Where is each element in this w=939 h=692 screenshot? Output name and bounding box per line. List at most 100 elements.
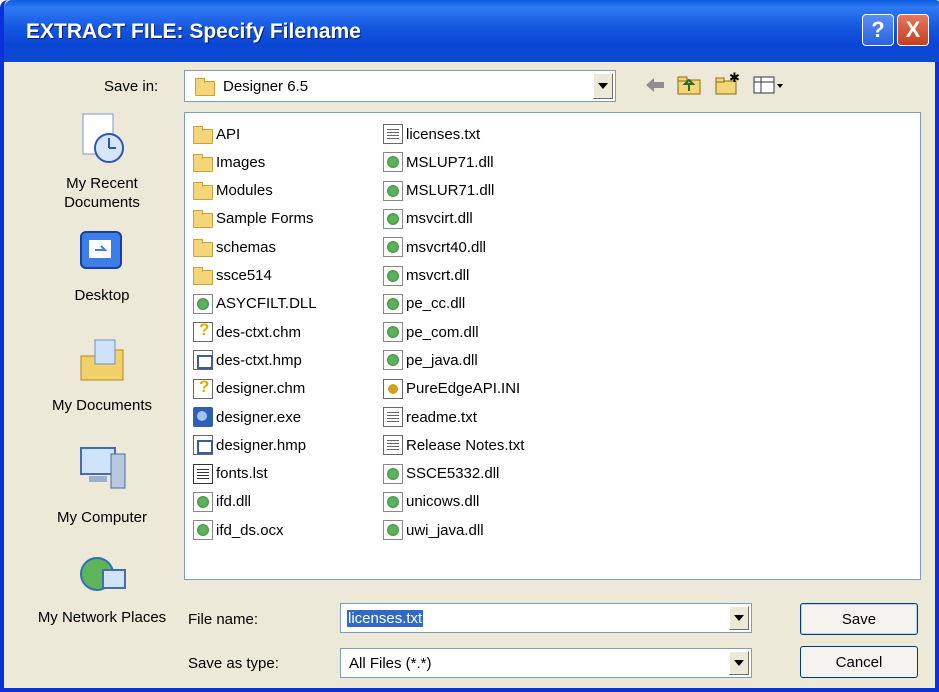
file-item[interactable]: MSLUR71.dll [383,178,494,204]
folder-icon [193,238,213,257]
save-as-type-dropdown[interactable]: All Files (*.*) [340,648,752,678]
place-my-computer[interactable]: My Computer [32,444,172,527]
file-item-label: licenses.txt [406,125,481,143]
file-item[interactable]: SSCE5332.dll [383,461,499,487]
file-item[interactable]: msvcrt40.dll [383,234,486,260]
file-item-label: ifd.dll [216,493,252,511]
new-folder-icon[interactable]: ✱ [714,72,740,96]
folder-icon [193,210,213,229]
file-item-label: msvcirt.dll [406,210,473,228]
save-button[interactable]: Save [800,603,918,635]
title-bar[interactable]: EXTRACT FILE: Specify Filename ? X [4,0,939,62]
folder-item[interactable]: Modules [193,178,273,204]
file-item[interactable]: msvcirt.dll [383,206,473,232]
chevron-down-icon[interactable] [593,73,613,99]
file-item-label: SSCE5332.dll [406,465,500,483]
back-arrow-icon[interactable] [644,76,666,94]
file-item[interactable]: PureEdgeAPI.INI [383,376,520,402]
place-label: My Documents [51,397,153,414]
place-network-places[interactable]: My Network Places [32,552,172,627]
file-item[interactable]: ifd_ds.ocx [193,517,284,543]
file-list[interactable]: API Images Modules Sample Forms schemas ssce5… [184,112,921,580]
chevron-down-icon[interactable] [729,606,749,630]
dll-file-icon [383,463,403,484]
place-label: Desktop [74,287,130,304]
my-documents-icon [77,336,127,386]
file-name-label: File name: [188,611,259,628]
file-item[interactable]: designer.exe [193,404,301,430]
file-item[interactable]: ifd.dll [193,489,251,515]
view-menu-icon[interactable] [752,74,786,96]
place-recent-documents[interactable]: My Recent Documents [32,112,172,212]
file-item[interactable]: pe_java.dll [383,347,478,373]
file-item[interactable]: uwi_java.dll [383,517,484,543]
folder-icon [195,77,215,96]
place-my-documents[interactable]: My Documents [32,336,172,415]
file-item[interactable]: pe_com.dll [383,319,479,345]
dll-file-icon [383,322,403,343]
folder-icon [193,125,213,144]
help-button[interactable]: ? [862,14,894,46]
folder-item[interactable]: Sample Forms [193,206,314,232]
network-places-icon [77,552,127,602]
file-item[interactable]: MSLUP71.dll [383,149,494,175]
file-item[interactable]: Release Notes.txt [383,432,524,458]
file-item-label: Sample Forms [216,210,314,228]
file-item[interactable]: pe_cc.dll [383,291,465,317]
file-item-label: ssce514 [216,267,272,284]
folder-item[interactable]: API [193,121,240,147]
save-in-dropdown[interactable]: Designer 6.5 [184,70,616,102]
dll-file-icon [383,152,403,173]
save-in-value: Designer 6.5 [223,77,309,95]
hmp-file-icon [193,435,213,456]
file-item[interactable]: des-ctxt.hmp [193,347,302,373]
folder-item[interactable]: schemas [193,234,276,260]
help-file-icon [193,377,213,399]
recent-documents-icon [77,112,127,163]
dll-file-icon [383,293,403,314]
file-name-value[interactable]: licenses.txt [347,609,424,627]
file-item-label: ifd_ds.ocx [216,521,284,539]
file-item[interactable]: msvcrt.dll [383,263,469,289]
file-item[interactable]: designer.chm [193,376,305,402]
file-item[interactable]: fonts.lst [193,461,268,487]
window-title: EXTRACT FILE: Specify Filename [26,20,361,43]
up-folder-icon[interactable] [676,74,702,96]
file-item-label: Release Notes.txt [406,436,525,454]
file-item[interactable]: readme.txt [383,404,477,430]
file-item-label: Modules [216,182,273,200]
file-item[interactable]: designer.hmp [193,432,306,458]
dll-file-icon [193,491,213,512]
cancel-button[interactable]: Cancel [800,646,918,678]
file-item-label: uwi_java.dll [406,521,484,539]
file-name-input[interactable]: licenses.txt [340,603,752,633]
place-label: My Network Places [37,609,167,626]
file-item-label: PureEdgeAPI.INI [406,380,521,398]
close-button[interactable]: X [897,14,929,46]
save-as-type-label: Save as type: [188,655,279,672]
desktop-icon [77,228,127,278]
file-item-label: readme.txt [406,408,477,426]
file-item-label: schemas [216,238,277,256]
place-desktop[interactable]: Desktop [32,228,172,305]
dll-file-icon [383,265,403,286]
folder-item[interactable]: Images [193,149,265,175]
file-item[interactable]: ASYCFILT.DLL [193,291,317,317]
file-item[interactable]: licenses.txt [383,121,480,147]
folder-item[interactable]: ssce514 [193,263,272,289]
file-item-label: msvcrt.dll [406,267,470,284]
file-item-label: pe_com.dll [406,323,479,341]
file-item[interactable]: unicows.dll [383,489,479,515]
dll-file-icon [193,520,213,541]
hmp-file-icon [193,350,213,371]
file-item-label: Images [216,153,266,171]
save-as-type-value: All Files (*.*) [349,654,432,672]
file-item-label: designer.chm [216,380,306,398]
file-item-label: ASYCFILT.DLL [216,295,317,313]
dll-file-icon [383,520,403,541]
file-item[interactable]: des-ctxt.chm [193,319,301,345]
dll-file-icon [193,293,213,314]
place-label: My Recent Documents [64,175,140,211]
file-item-label: pe_java.dll [406,351,478,369]
chevron-down-icon[interactable] [729,651,749,675]
